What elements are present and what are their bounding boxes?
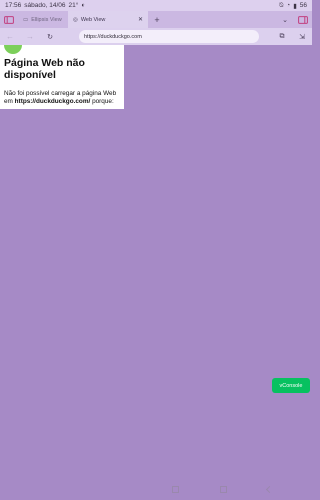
status-temp: 21° xyxy=(68,2,79,9)
reload-button[interactable]: ↻ xyxy=(40,28,60,45)
error-card: Página Web não disponível Não foi possív… xyxy=(0,45,124,109)
tab-web-view[interactable]: ◎ Web View ✕ xyxy=(68,11,148,28)
status-date: sábado, 14/06 xyxy=(24,2,66,9)
back-icon[interactable] xyxy=(265,485,274,493)
tab-title: Web View xyxy=(80,16,106,23)
vconsole-button[interactable]: vConsole xyxy=(272,378,310,393)
sidebar-icon xyxy=(4,15,14,24)
back-button[interactable]: ← xyxy=(0,28,20,45)
tab-strip: ▭ Ellipsis View ◎ Web View ✕ + ⌄ xyxy=(0,11,312,28)
new-tab-button[interactable]: + xyxy=(148,11,166,28)
error-title: Página Web não disponível xyxy=(4,57,85,81)
home-icon[interactable] xyxy=(219,485,227,493)
url-bar[interactable]: https://duckduckgo.com xyxy=(79,30,259,43)
battery-percent: 56 xyxy=(299,2,307,9)
status-time: 17:56 xyxy=(5,2,22,9)
wifi-icon: ◔ xyxy=(286,2,291,9)
external-icon: ⇲ xyxy=(299,33,305,41)
silent-icon: ⍉ xyxy=(279,1,284,9)
share-button[interactable]: ⧉ xyxy=(272,28,292,45)
right-panel-button[interactable] xyxy=(294,11,312,28)
system-nav-bar xyxy=(172,483,274,495)
reload-icon: ↻ xyxy=(47,33,53,41)
battery-icon: ▮ xyxy=(293,2,297,10)
web-content xyxy=(0,45,312,500)
status-bar: 17:56 sábado, 14/06 21° ◐ ⍉ ◔ ▮ 56 xyxy=(0,0,312,11)
close-tab-icon[interactable]: ✕ xyxy=(138,16,143,23)
arrow-right-icon: → xyxy=(26,32,34,41)
forward-button[interactable]: → xyxy=(20,28,40,45)
globe-icon: ◎ xyxy=(73,16,78,23)
error-url: https://duckduckgo.com/ xyxy=(14,98,91,105)
arrow-left-icon: ← xyxy=(6,32,14,41)
url-text: https://duckduckgo.com xyxy=(84,33,142,40)
weather-icon: ◐ xyxy=(81,2,86,9)
panel-right-icon xyxy=(298,15,308,24)
error-suffix: porque: xyxy=(90,98,114,105)
chevron-down-icon: ⌄ xyxy=(282,16,288,24)
recents-icon[interactable] xyxy=(172,485,179,493)
error-message: Não foi possível carregar a página Web e… xyxy=(4,90,122,106)
tab-list-button[interactable]: ⌄ xyxy=(276,11,294,28)
share-icon: ⧉ xyxy=(279,32,285,40)
plus-icon: + xyxy=(154,14,160,25)
sidebar-toggle-button[interactable] xyxy=(0,11,18,28)
open-external-button[interactable]: ⇲ xyxy=(292,28,312,45)
tab-ellipsis-view[interactable]: ▭ Ellipsis View xyxy=(18,11,68,28)
android-icon xyxy=(4,45,22,54)
page-icon: ▭ xyxy=(23,16,29,23)
tab-title: Ellipsis View xyxy=(31,16,62,23)
